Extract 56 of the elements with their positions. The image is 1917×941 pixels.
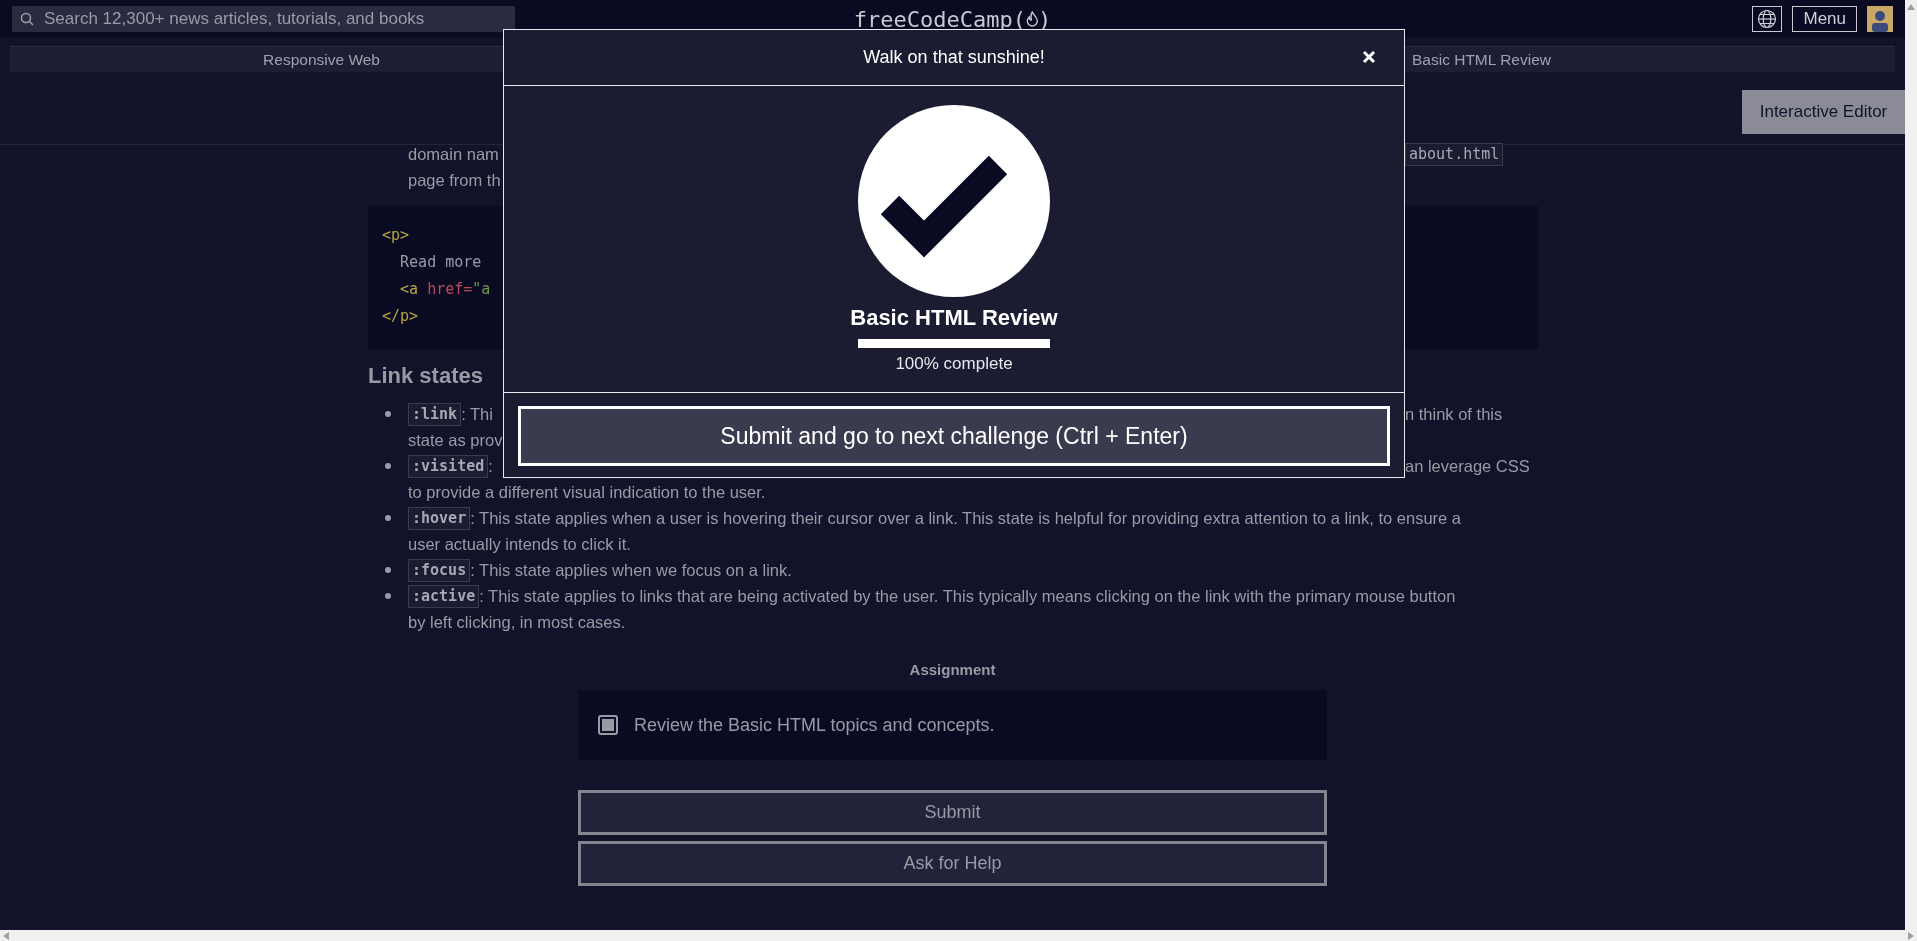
- inline-code: :link: [408, 402, 462, 426]
- list-text: : This state applies when we focus on a link.: [470, 560, 792, 581]
- list-text: n think of this: [1405, 404, 1503, 425]
- code-token: <p>: [382, 225, 410, 246]
- scroll-left-icon[interactable]: [2, 931, 10, 940]
- menu-button[interactable]: Menu: [1792, 6, 1857, 32]
- paragraph-text: page from th: [408, 170, 501, 191]
- inline-code: :active: [408, 584, 480, 608]
- inline-code: about.html: [1405, 142, 1504, 166]
- block-title: Basic HTML Review: [850, 304, 1058, 332]
- check-circle-icon: [858, 105, 1050, 297]
- breadcrumb-link[interactable]: Basic HTML Review: [1412, 50, 1895, 69]
- submit-button[interactable]: Submit: [578, 790, 1327, 835]
- code-token: </p>: [382, 306, 419, 327]
- scroll-up-icon[interactable]: [1907, 3, 1915, 11]
- flame-icon: [1026, 11, 1038, 27]
- globe-icon: [1757, 9, 1778, 29]
- inline-code: :hover: [408, 506, 471, 530]
- bullet-icon: [385, 463, 391, 469]
- help-button[interactable]: Ask for Help: [578, 841, 1327, 886]
- scroll-right-icon[interactable]: [1907, 931, 1915, 940]
- code-token: <a: [399, 279, 419, 300]
- list-text: user actually intends to click it.: [408, 534, 631, 555]
- section-heading: Link states: [368, 362, 483, 390]
- list-text: by left clicking, in most cases.: [408, 612, 626, 633]
- search-field[interactable]: Search 12,300+ news articles, tutorials, and books: [12, 6, 515, 32]
- task-text: Review the Basic HTML topics and concepts.: [634, 714, 995, 736]
- close-icon[interactable]: [1362, 50, 1376, 64]
- list-text: state as prov: [408, 430, 503, 451]
- language-button[interactable]: [1752, 6, 1783, 32]
- list-text: to provide a different visual indication to the user.: [408, 482, 766, 503]
- code-token: "a: [472, 279, 491, 300]
- next-challenge-button[interactable]: Submit and go to next challenge (Ctrl + Enter): [518, 406, 1390, 466]
- bullet-icon: [385, 411, 391, 417]
- inline-code: :visited: [408, 454, 489, 478]
- code-token: Read more: [399, 252, 482, 273]
- dialog-title: Walk on that sunshine!: [863, 47, 1045, 68]
- avatar-icon[interactable]: [1867, 6, 1893, 32]
- search-icon: [20, 12, 34, 26]
- code-token: =: [463, 279, 473, 300]
- bullet-icon: [385, 515, 391, 521]
- bullet-icon: [385, 567, 391, 573]
- inline-code: :focus: [408, 558, 471, 582]
- breadcrumb-link[interactable]: Responsive Web: [263, 50, 380, 69]
- paragraph-text: domain nam: [408, 144, 499, 165]
- list-text: : Thi: [461, 404, 493, 425]
- list-text: :: [488, 456, 493, 477]
- checkbox[interactable]: [598, 715, 618, 735]
- list-text: : This state applies to links that are being activated by the user. This typically means clicking on the link with the primary mouse button: [479, 586, 1456, 607]
- interactive-editor-button[interactable]: Interactive Editor: [1742, 90, 1905, 134]
- progress-text: 100% complete: [895, 354, 1013, 374]
- code-token: href: [426, 279, 464, 300]
- assignment-title: Assignment: [909, 661, 996, 678]
- list-text: an leverage CSS: [1405, 456, 1530, 477]
- bullet-icon: [385, 593, 391, 599]
- list-text: : This state applies when a user is hovering their cursor over a link. This state is helpful for providing extra attention to a link, to ensure a: [470, 508, 1461, 529]
